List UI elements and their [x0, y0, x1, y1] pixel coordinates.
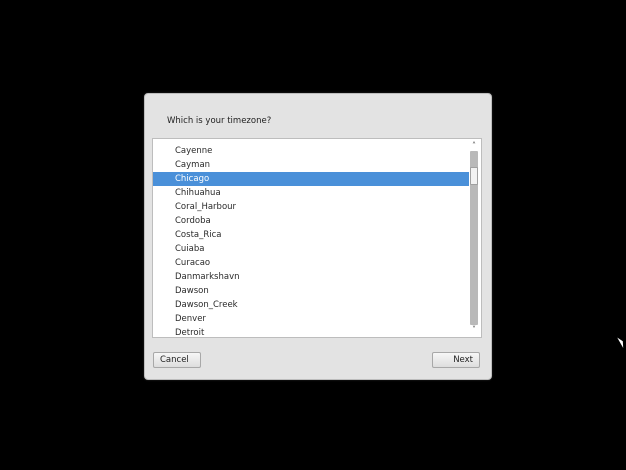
timezone-item[interactable]: Chicago	[153, 172, 469, 186]
timezone-item[interactable]: Cayenne	[153, 144, 469, 158]
chevron-down-icon[interactable]: ˅	[468, 325, 480, 335]
next-button[interactable]: Next	[432, 352, 480, 368]
timezone-item[interactable]: Coral_Harbour	[153, 200, 469, 214]
timezone-item[interactable]: Chihuahua	[153, 186, 469, 200]
timezone-list[interactable]: Cayenne Cayman Chicago Chihuahua Coral_Harbo…	[152, 138, 482, 338]
timezone-item[interactable]: Denver	[153, 312, 469, 326]
timezone-item[interactable]: Curacao	[153, 256, 469, 270]
timezone-item[interactable]: Dawson	[153, 284, 469, 298]
timezone-item[interactable]: Cayman	[153, 158, 469, 172]
dialog-title: Which is your timezone?	[167, 116, 272, 126]
timezone-item[interactable]: Detroit	[153, 326, 469, 337]
cancel-button[interactable]: Cancel	[153, 352, 201, 368]
timezone-item[interactable]: Costa_Rica	[153, 228, 469, 242]
timezone-list-items: Cayenne Cayman Chicago Chihuahua Coral_Harbo…	[153, 144, 469, 337]
timezone-item[interactable]: Dawson_Creek	[153, 298, 469, 312]
timezone-dialog: Which is your timezone? Cayenne Cayman Chi…	[144, 93, 492, 380]
scroll-thumb[interactable]	[470, 166, 478, 185]
timezone-item[interactable]: Cuiaba	[153, 242, 469, 256]
list-scrollbar[interactable]: ˄ ˅	[468, 139, 480, 337]
chevron-up-icon[interactable]: ˄	[468, 141, 480, 151]
timezone-item[interactable]: Danmarkshavn	[153, 270, 469, 284]
timezone-item[interactable]: Cordoba	[153, 214, 469, 228]
